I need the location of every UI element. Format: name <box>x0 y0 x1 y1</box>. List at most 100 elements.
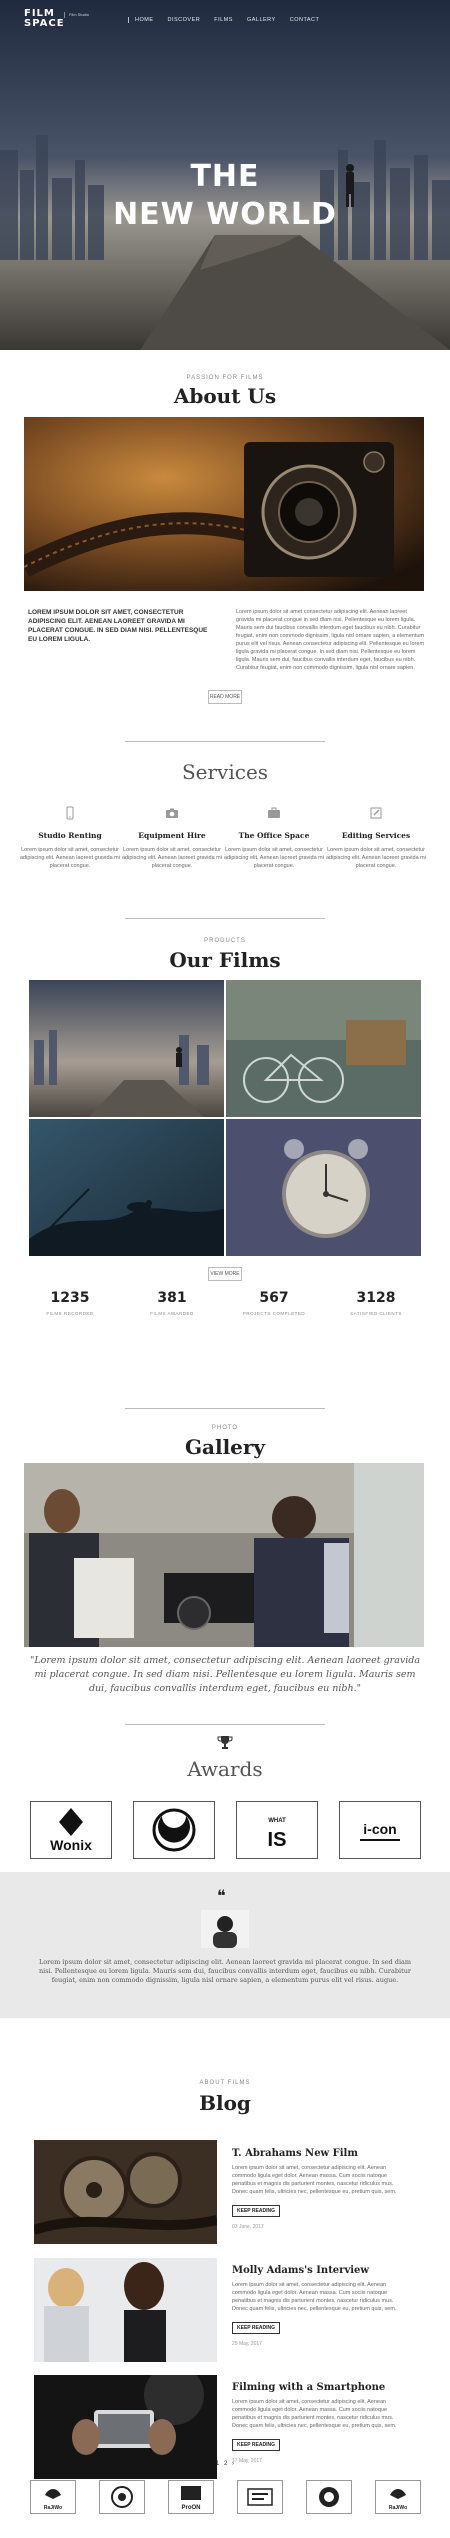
about-read-more-button[interactable]: READ MORE <box>208 690 242 704</box>
blog-post-date: 29 May, 2017 <box>232 2341 262 2347</box>
stat-films-awarded: 381 FILMS AWARDED <box>122 1290 222 1316</box>
films-grid <box>29 980 421 1257</box>
award-logo-wonix: Wonix <box>30 1801 112 1859</box>
service-studio-renting: Studio Renting Lorem ipsum dolor sit ame… <box>20 806 120 870</box>
film-city-image <box>29 980 224 1117</box>
award-logo-icon: i-con <box>339 1801 421 1859</box>
blog-post-excerpt: Lorem ipsum dolor sit amet, consectetur … <box>232 2165 397 2195</box>
gallery-title: Gallery <box>184 1435 266 1459</box>
next-page-link[interactable]: › <box>232 2461 234 2467</box>
nav-links: HOME DISCOVER FILMS GALLERY CONTACT <box>128 17 319 23</box>
blog-title: Blog <box>199 2091 251 2115</box>
film-crew-photo <box>24 1463 424 1647</box>
camera-icon <box>166 808 178 818</box>
service-title: Equipment Hire <box>138 831 206 840</box>
page-2-link[interactable]: 2 <box>224 2461 227 2467</box>
footer-logo-rajiwo: RaJiWo <box>30 2480 76 2514</box>
film-tile[interactable] <box>226 980 421 1117</box>
hero-section: FILM SPACE Film Studio HOME DISCOVER FIL… <box>0 0 450 350</box>
stat-value: 567 <box>259 1290 289 1306</box>
film-reels-photo <box>34 2140 217 2244</box>
film-bicycle-image <box>226 980 421 1117</box>
about-eyebrow: PASSION FOR FILMS <box>186 375 264 381</box>
film-tile[interactable] <box>226 1119 421 1256</box>
film-clock-image <box>226 1119 421 1256</box>
site-logo[interactable]: FILM SPACE <box>24 9 65 29</box>
films-view-more-button[interactable]: VIEW MORE <box>208 1267 242 1281</box>
blog-post-title[interactable]: Filming with a Smartphone <box>232 2382 385 2393</box>
stat-satisfied-clients: 3128 SATISFIED CLIENTS <box>326 1290 426 1316</box>
blog-post-date: 03 June, 2017 <box>232 2224 264 2230</box>
nav-link-films[interactable]: FILMS <box>214 17 233 23</box>
nav-link-discover[interactable]: DISCOVER <box>168 17 201 23</box>
nav-link-gallery[interactable]: GALLERY <box>247 17 276 23</box>
stat-value: 1235 <box>50 1290 90 1306</box>
hero-title-line-1: THE <box>190 159 260 194</box>
quote-mark-icon: ❝ <box>217 1886 226 1905</box>
stat-projects-completed: 567 PROJECTS COMPLETED <box>224 1290 324 1316</box>
footer-logo-circle <box>99 2480 145 2514</box>
film-tile[interactable] <box>29 980 224 1117</box>
gallery-image[interactable] <box>24 1463 424 1647</box>
footer-logo-rajiwo-2: RaJiWo <box>375 2480 421 2514</box>
crescent-logo <box>152 1808 196 1852</box>
footer-logo-proon: ProON <box>168 2480 214 2514</box>
service-title: Studio Renting <box>38 831 102 840</box>
logo-line-2: SPACE <box>24 18 65 29</box>
blog-post-title[interactable]: Molly Adams's Interview <box>232 2265 369 2276</box>
testimonial-section: ❝ Lorem ipsum dolor sit amet, consectetu… <box>0 1872 450 2018</box>
rajiwo-logo: RaJiWo <box>389 2489 407 2511</box>
phone-icon <box>66 806 74 820</box>
service-equipment-hire: Equipment Hire Lorem ipsum dolor sit ame… <box>122 806 222 870</box>
about-title: About Us <box>173 384 277 408</box>
keep-reading-button[interactable]: KEEP READING <box>232 2439 280 2451</box>
pencil-icon <box>370 807 382 819</box>
footer-logo-badge <box>237 2480 283 2514</box>
rajiwo-logo-text: RaJiWo <box>389 2505 407 2511</box>
proon-logo: ProON <box>181 2486 201 2511</box>
ring-logo <box>319 2487 339 2507</box>
blog-post-excerpt: Lorem ipsum dolor sit amet, consectetur … <box>232 2399 397 2429</box>
service-text: Lorem ipsum dolor sit amet, consectetur … <box>122 847 222 869</box>
film-bird-image <box>29 1119 224 1256</box>
rajiwo-logo-text: RaJiWo <box>44 2505 62 2511</box>
blog-post-title[interactable]: T. Abrahams New Film <box>232 2148 358 2159</box>
camera-photo <box>24 417 424 591</box>
svg-text:WHAT: WHAT <box>268 1818 286 1824</box>
keep-reading-button[interactable]: KEEP READING <box>232 2205 280 2217</box>
proon-logo-text: ProON <box>181 2505 200 2511</box>
film-tile[interactable] <box>29 1119 224 1256</box>
what-is-logo: WHAT IS <box>268 1818 287 1851</box>
gallery-eyebrow: PHOTO <box>211 1425 239 1431</box>
about-body-text: Lorem ipsum dolor sit amet consectetur a… <box>236 609 425 671</box>
blog-post-image[interactable] <box>34 2258 217 2362</box>
gallery-quote: "Lorem ipsum dolor sit amet, consectetur… <box>29 1655 421 1694</box>
section-divider <box>125 918 325 919</box>
awards-title: Awards <box>187 1757 263 1781</box>
stat-value: 381 <box>157 1290 187 1306</box>
hero-title: THE NEW WORLD <box>0 158 450 234</box>
nav-link-contact[interactable]: CONTACT <box>290 17 320 23</box>
wonix-logo-text: Wonix <box>50 1837 92 1853</box>
nav-link-home[interactable]: HOME <box>135 17 154 23</box>
blog-post-image[interactable] <box>34 2140 217 2244</box>
section-divider <box>125 1408 325 1409</box>
hero-title-line-2: NEW WORLD <box>113 197 337 232</box>
badge-logo <box>247 2488 273 2506</box>
testimonial-avatar <box>201 1910 249 1948</box>
stat-films-recorded: 1235 FILMS RECORDED <box>20 1290 120 1316</box>
films-eyebrow: PRODUCTS <box>204 938 246 944</box>
stat-label: FILMS AWARDED <box>150 1311 194 1316</box>
trophy-icon <box>217 1736 233 1749</box>
footer-logo-ring <box>306 2480 352 2514</box>
blog-pagination: 1 2 › <box>0 2461 450 2467</box>
svg-text:IS: IS <box>268 1829 287 1851</box>
circle-logo <box>111 2486 133 2508</box>
page-1-link[interactable]: 1 <box>216 2461 219 2467</box>
keep-reading-button[interactable]: KEEP READING <box>232 2322 280 2334</box>
services-title: Services <box>181 760 269 784</box>
service-title: The Office Space <box>238 831 310 840</box>
rajiwo-logo: RaJiWo <box>44 2489 62 2511</box>
service-text: Lorem ipsum dolor sit amet, consectetur … <box>224 847 324 869</box>
testimonial-text: Lorem ipsum dolor sit amet, consectetur … <box>38 1958 412 1984</box>
